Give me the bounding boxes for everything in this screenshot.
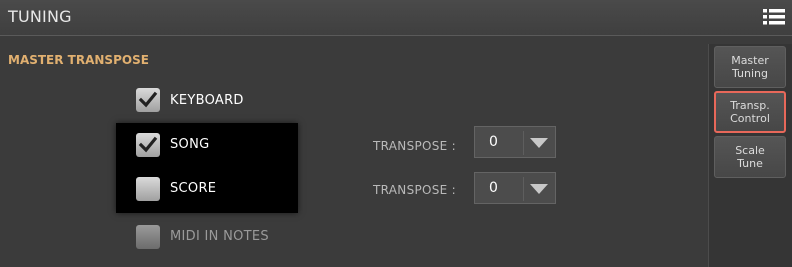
title-bar: TUNING xyxy=(0,0,792,36)
menu-button[interactable] xyxy=(762,6,786,28)
tab-master-tuning[interactable]: Master Tuning xyxy=(714,46,786,88)
tab-scale-tune[interactable]: Scale Tune xyxy=(714,136,786,178)
tab-label-line1: Master xyxy=(731,54,769,67)
section-title: MASTER TRANSPOSE xyxy=(8,53,149,67)
tab-label-line2: Tune xyxy=(737,157,763,170)
checkmark-icon xyxy=(138,136,158,153)
tab-label-line2: Tuning xyxy=(731,67,768,80)
score-transpose-label: TRANSPOSE : xyxy=(373,183,457,197)
dropdown-arrow-icon xyxy=(530,184,548,194)
midi-in-notes-label: MIDI IN NOTES xyxy=(170,229,269,244)
song-transpose-select[interactable]: 0 xyxy=(474,126,556,158)
divider xyxy=(523,131,524,155)
song-transpose-label: TRANSPOSE : xyxy=(373,139,457,153)
song-checkbox[interactable] xyxy=(136,133,160,157)
tab-transp-control[interactable]: Transp. Control xyxy=(714,91,786,133)
page-title: TUNING xyxy=(8,7,72,26)
tab-label-line1: Scale xyxy=(735,144,765,157)
song-label: SONG xyxy=(170,137,210,152)
score-transpose-value: 0 xyxy=(489,180,498,196)
keyboard-label: KEYBOARD xyxy=(170,93,244,108)
score-checkbox[interactable] xyxy=(136,177,160,201)
score-label: SCORE xyxy=(170,181,217,196)
midi-in-notes-checkbox[interactable] xyxy=(136,225,160,249)
checkmark-icon xyxy=(138,91,158,108)
tab-label-line1: Transp. xyxy=(730,99,770,112)
tab-label-line2: Control xyxy=(730,112,770,125)
list-icon xyxy=(763,9,785,25)
keyboard-checkbox[interactable] xyxy=(136,88,160,112)
score-transpose-select[interactable]: 0 xyxy=(474,172,556,204)
dropdown-arrow-icon xyxy=(530,138,548,148)
divider xyxy=(523,177,524,201)
song-transpose-value: 0 xyxy=(489,134,498,150)
